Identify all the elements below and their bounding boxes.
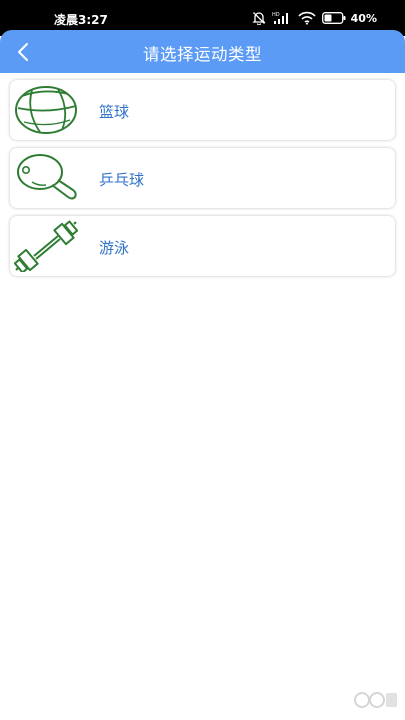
ping-pong-paddle-icon (17, 154, 77, 200)
sport-item-basketball[interactable]: 篮球 (10, 80, 395, 140)
sport-item-swimming[interactable]: 游泳 (10, 216, 395, 276)
alarm-off-icon (252, 11, 266, 25)
sport-item-label: 篮球 (99, 103, 130, 121)
sport-type-list: 篮球 乒乓球 游泳 (10, 80, 395, 284)
network-type-label: HD (272, 12, 280, 18)
watermark-logo (354, 692, 397, 708)
battery-icon (321, 12, 346, 24)
app-header: 请选择运动类型 (0, 30, 405, 73)
signal-icon: HD (272, 11, 292, 25)
basketball-icon (15, 86, 77, 134)
battery-percent: 40% (350, 11, 377, 25)
dumbbell-icon (14, 220, 78, 272)
sport-item-label: 乒乓球 (99, 171, 145, 189)
wifi-icon (298, 11, 316, 25)
status-icons: HD 40% (246, 10, 377, 26)
sport-item-label: 游泳 (99, 239, 130, 257)
sport-item-ping-pong[interactable]: 乒乓球 (10, 148, 395, 208)
status-time: 凌晨3:27 (54, 13, 108, 27)
page-title: 请选择运动类型 (143, 45, 262, 64)
